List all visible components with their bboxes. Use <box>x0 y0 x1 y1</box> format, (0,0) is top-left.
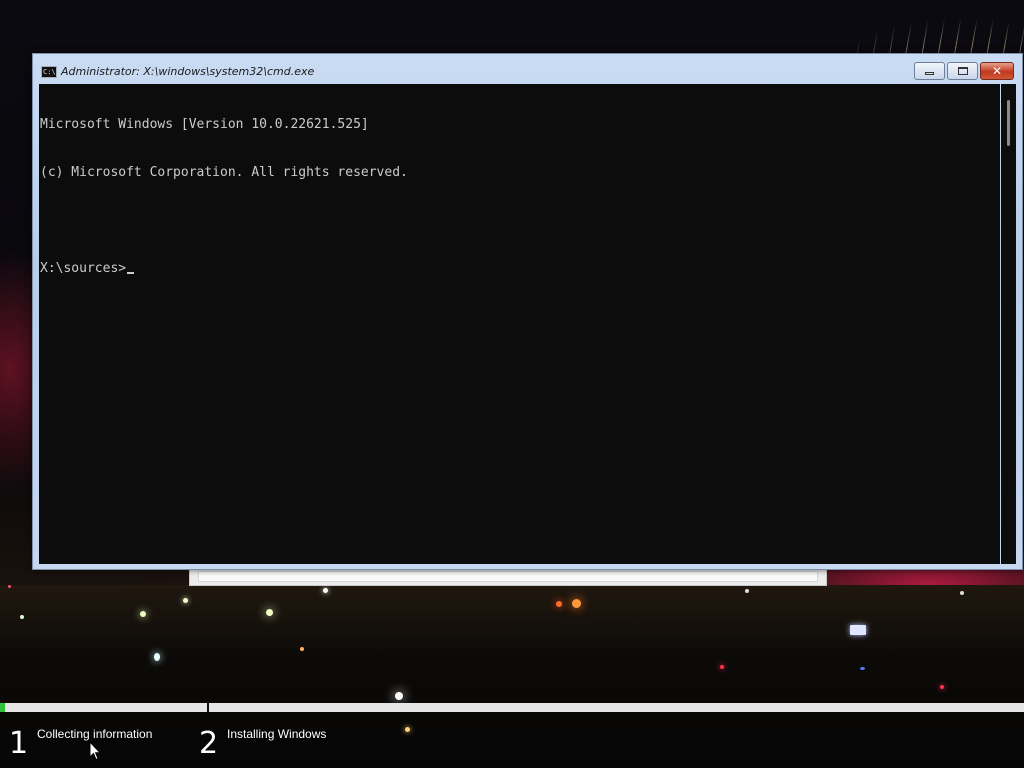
step-label: Collecting information <box>37 727 153 741</box>
text-cursor <box>127 272 135 274</box>
console-line: (c) Microsoft Corporation. All rights re… <box>40 165 408 180</box>
close-icon: ✕ <box>991 64 1003 78</box>
minimize-button[interactable] <box>914 62 945 80</box>
vertical-scrollbar[interactable] <box>1001 84 1016 564</box>
firework-burst <box>794 0 1024 55</box>
progress-fill <box>0 703 5 712</box>
step-label: Installing Windows <box>227 727 327 741</box>
maximize-icon <box>957 67 968 75</box>
window-title: Administrator: X:\windows\system32\cmd.e… <box>61 65 315 78</box>
cmd-icon: C:\ <box>41 66 57 78</box>
prompt-line[interactable]: X:\sources> <box>40 261 408 277</box>
maximize-button[interactable] <box>947 62 978 80</box>
console-output[interactable]: Microsoft Windows [Version 10.0.22621.52… <box>39 84 1000 564</box>
progress-step-divider <box>207 703 209 712</box>
minimize-icon <box>925 72 934 75</box>
mouse-pointer-icon <box>89 741 101 761</box>
step-number: 1 <box>9 726 29 761</box>
step-number: 2 <box>199 726 219 761</box>
prompt-text: X:\sources> <box>40 261 127 276</box>
command-prompt-window[interactable]: C:\ Administrator: X:\windows\system32\c… <box>32 53 1023 570</box>
title-bar[interactable]: C:\ Administrator: X:\windows\system32\c… <box>33 54 1022 84</box>
setup-progress-bar <box>0 703 1024 712</box>
city-lights <box>0 585 1024 768</box>
console-line: Microsoft Windows [Version 10.0.22621.52… <box>40 117 369 132</box>
close-button[interactable]: ✕ <box>980 62 1014 80</box>
scrollbar-thumb[interactable] <box>1007 100 1010 146</box>
